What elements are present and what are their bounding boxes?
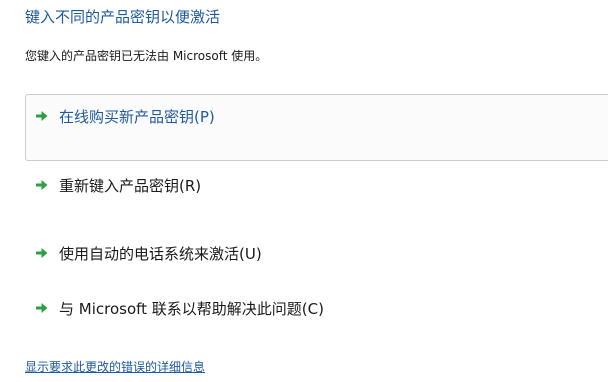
page-title: 键入不同的产品密钥以便激活 [25,8,221,26]
show-error-details-link[interactable]: 显示要求此更改的错误的详细信息 [25,358,205,375]
option-label: 重新键入产品密钥(R) [59,177,202,195]
option-buy-new-key-online[interactable]: 在线购买新产品密钥(P) [25,94,608,161]
green-arrow-icon [36,111,48,121]
page-subtitle: 您键入的产品密钥已无法由 Microsoft 使用。 [25,49,268,63]
option-label: 在线购买新产品密钥(P) [59,108,215,126]
option-phone-activation[interactable]: 使用自动的电话系统来激活(U) [25,232,608,282]
option-label: 使用自动的电话系统来激活(U) [59,245,262,263]
option-retype-key[interactable]: 重新键入产品密钥(R) [25,163,608,230]
option-label: 与 Microsoft 联系以帮助解决此问题(C) [59,300,324,318]
green-arrow-icon [36,303,48,313]
green-arrow-icon [36,248,48,258]
green-arrow-icon [36,180,48,190]
option-contact-microsoft[interactable]: 与 Microsoft 联系以帮助解决此问题(C) [25,287,608,335]
